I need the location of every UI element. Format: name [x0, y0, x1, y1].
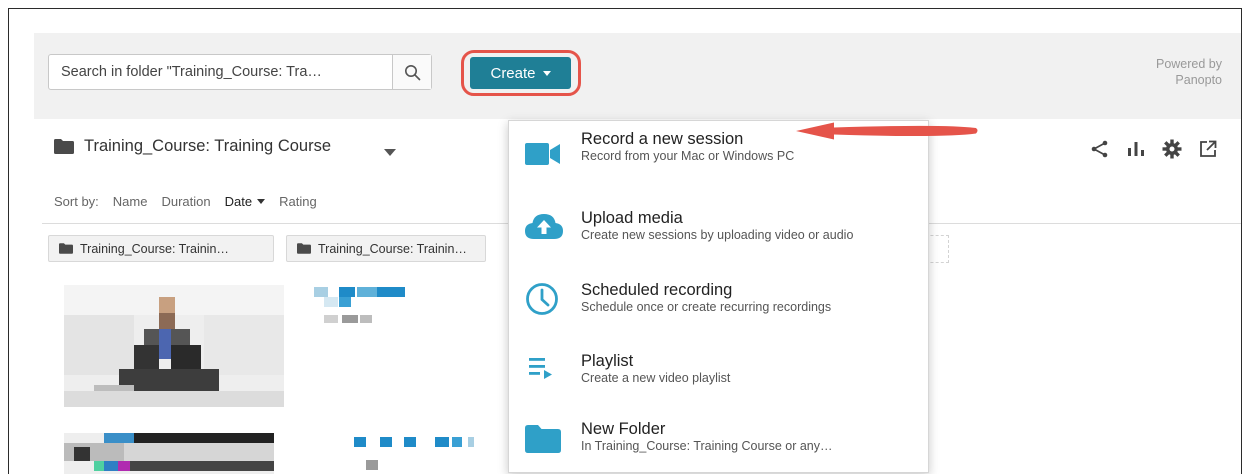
thumb-pixel	[64, 443, 124, 461]
thumb-pixel	[159, 313, 175, 329]
menu-item-text: Record a new session Record from your Ma…	[581, 129, 794, 164]
menu-item-label: Playlist	[581, 352, 634, 370]
title-pixel	[339, 297, 351, 307]
panopto-panel: Create Powered by Panopto Training_Cours…	[34, 33, 1241, 474]
folder-chip-label: Training_Course: Trainin…	[318, 241, 467, 256]
menu-item-text: Playlist Create a new video playlist	[581, 351, 730, 386]
chevron-down-icon	[542, 70, 551, 76]
thumb-pixel	[159, 329, 171, 359]
title-pixel	[324, 315, 338, 323]
sort-prefix: Sort by:	[54, 194, 99, 209]
folder-chip-label: Training_Course: Trainin…	[80, 241, 229, 256]
header-bar: Create Powered by Panopto	[34, 33, 1241, 119]
title-pixel	[357, 287, 377, 297]
cloud-upload-icon	[525, 214, 563, 239]
app-frame: Create Powered by Panopto Training_Cours…	[8, 8, 1242, 474]
title-pixel	[342, 315, 358, 323]
title-pixel	[314, 287, 328, 297]
menu-item-label: Upload media	[581, 209, 683, 227]
folder-dropdown-caret-icon[interactable]	[384, 149, 396, 156]
powered-by-line1: Powered by	[1155, 57, 1222, 71]
folder-chip-1[interactable]: Training_Course: Trainin…	[48, 235, 274, 262]
powered-by: Powered by Panopto	[1156, 56, 1222, 88]
folder-chip-2[interactable]: Training_Course: Trainin…	[286, 235, 486, 262]
folder-icon	[54, 139, 74, 154]
menu-item-playlist[interactable]: Playlist Create a new video playlist	[509, 327, 928, 393]
menu-item-new-folder[interactable]: New Folder In Training_Course: Training …	[509, 395, 928, 461]
sort-rating[interactable]: Rating	[279, 194, 317, 209]
thumb-pixel	[74, 447, 90, 461]
search-input[interactable]	[49, 55, 392, 89]
title-pixel	[468, 437, 474, 447]
thumb-pixel	[104, 433, 134, 443]
menu-item-text: New Folder In Training_Course: Training …	[581, 419, 833, 454]
menu-item-subtitle: In Training_Course: Training Course or a…	[581, 439, 833, 453]
external-link-icon[interactable]	[1198, 139, 1218, 159]
title-pixel	[452, 437, 462, 447]
powered-by-line2: Panopto	[1175, 73, 1222, 87]
title-pixel	[339, 287, 355, 297]
menu-item-text: Upload media Create new sessions by uplo…	[581, 208, 853, 243]
annotation-arrow-icon	[796, 122, 978, 140]
menu-item-label: Scheduled recording	[581, 281, 733, 299]
title-pixel	[380, 437, 392, 447]
menu-item-scheduled-recording[interactable]: Scheduled recording Schedule once or cre…	[509, 259, 928, 325]
title-pixel	[404, 437, 416, 447]
title-pixel	[324, 297, 338, 307]
folder-icon	[297, 243, 311, 254]
sort-date-label: Date	[224, 194, 253, 209]
title-pixel	[435, 437, 449, 447]
thumb-pixel	[104, 461, 118, 471]
folder-toolbar	[1090, 139, 1218, 159]
menu-item-subtitle: Schedule once or create recurring record…	[581, 300, 832, 314]
sort-bar: Sort by: Name Duration Date Rating	[54, 194, 317, 209]
create-button[interactable]: Create	[470, 57, 571, 89]
thumb-pixel	[94, 461, 104, 471]
sort-desc-icon	[257, 199, 266, 204]
folder-icon	[59, 243, 73, 254]
settings-icon[interactable]	[1162, 139, 1182, 159]
thumb-pixel	[130, 461, 274, 471]
create-dropdown-menu: Record a new session Record from your Ma…	[508, 120, 929, 473]
menu-item-subtitle: Record from your Mac or Windows PC	[581, 149, 795, 163]
search-button[interactable]	[392, 55, 431, 89]
create-button-label: Create	[490, 64, 536, 82]
folder-title-text: Training_Course: Training Course	[84, 137, 332, 155]
thumb-pixel	[134, 433, 274, 443]
search-box	[48, 54, 432, 90]
sort-date[interactable]: Date	[224, 194, 266, 209]
thumb-pixel	[94, 385, 134, 391]
folder-title[interactable]: Training_Course: Training Course	[54, 137, 331, 156]
title-pixel	[360, 315, 372, 323]
session-thumbnail[interactable]	[64, 285, 284, 407]
playlist-icon	[529, 358, 552, 379]
title-pixel	[366, 460, 378, 470]
title-pixel	[377, 287, 405, 297]
search-icon	[404, 64, 420, 80]
thumb-pixel	[64, 391, 284, 407]
menu-item-label: New Folder	[581, 420, 666, 438]
thumb-pixel	[124, 443, 274, 461]
menu-item-text: Scheduled recording Schedule once or cre…	[581, 280, 831, 315]
video-camera-icon	[525, 143, 560, 165]
menu-item-subtitle: Create new sessions by uploading video o…	[581, 228, 854, 242]
menu-item-subtitle: Create a new video playlist	[581, 371, 731, 385]
sort-name[interactable]: Name	[113, 194, 148, 209]
thumb-pixel	[118, 461, 130, 471]
share-icon[interactable]	[1090, 139, 1110, 159]
session-thumbnail[interactable]	[64, 433, 274, 474]
thumb-pixel	[64, 315, 134, 375]
menu-item-label: Record a new session	[581, 130, 744, 148]
thumb-pixel	[119, 369, 219, 391]
stats-icon[interactable]	[1126, 139, 1146, 159]
clock-icon	[526, 283, 558, 315]
menu-item-upload-media[interactable]: Upload media Create new sessions by uplo…	[509, 191, 928, 257]
folder-icon	[525, 425, 561, 453]
title-pixel	[354, 437, 366, 447]
thumb-pixel	[204, 315, 284, 375]
sort-duration[interactable]: Duration	[161, 194, 210, 209]
